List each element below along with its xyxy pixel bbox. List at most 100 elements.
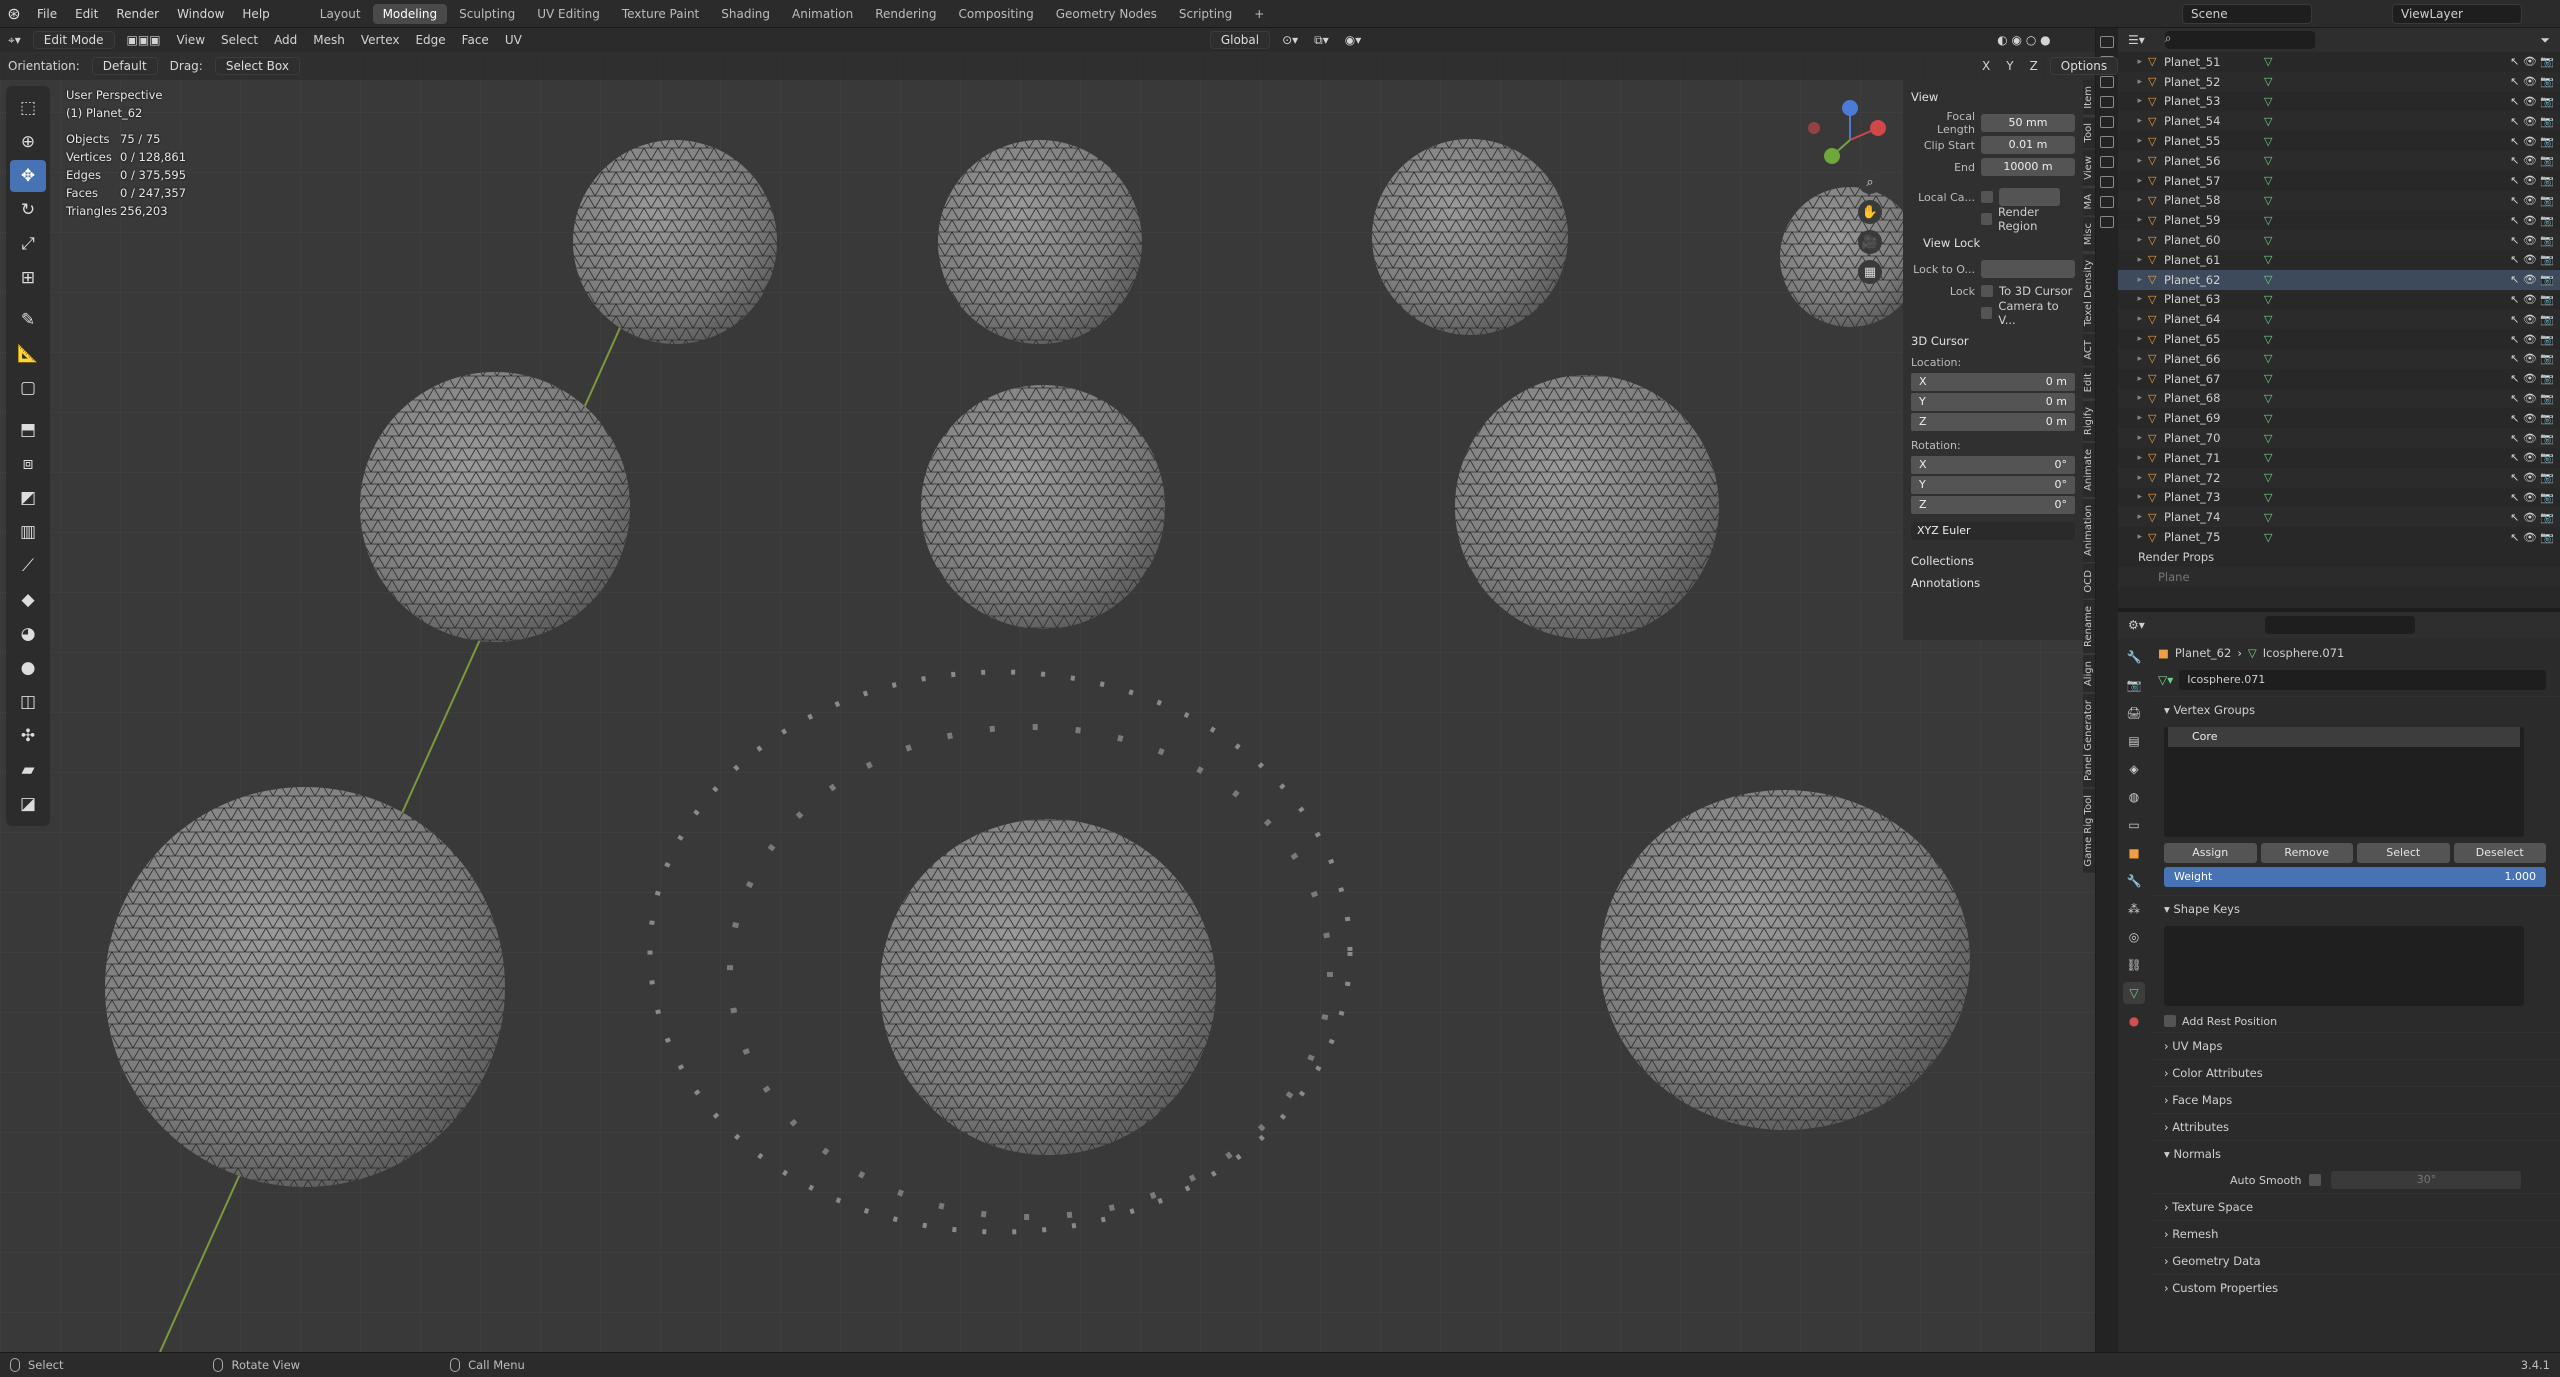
render-region-checkbox[interactable] (1981, 213, 1992, 225)
planet-9[interactable] (880, 819, 1216, 1155)
expand-icon[interactable]: ▸ (2118, 195, 2148, 205)
visibility-icons[interactable]: ↖ 👁 📷 (2510, 412, 2554, 425)
camera-view-icon[interactable]: 🎥 (1858, 230, 1882, 254)
expand-icon[interactable]: ▸ (2118, 57, 2148, 67)
header-menu-uv[interactable]: UV (497, 33, 530, 47)
vertex-groups-panel[interactable]: ▾ Vertex Groups (2150, 696, 2560, 723)
output-tab-icon[interactable]: 🖨 (2123, 702, 2145, 724)
workspace-tab-shading[interactable]: Shading (711, 4, 780, 24)
sidebar-tab-tool[interactable]: Tool (2083, 116, 2095, 149)
visibility-icons[interactable]: ↖ 👁 📷 (2510, 491, 2554, 504)
expand-icon[interactable]: ▸ (2118, 334, 2148, 344)
expand-icon[interactable]: ▸ (2118, 473, 2148, 483)
deselect-button[interactable]: Deselect (2453, 843, 2546, 863)
expand-icon[interactable]: ▸ (2118, 492, 2148, 502)
workspace-tab-add[interactable]: + (1244, 4, 1274, 24)
checkbox-icon[interactable] (2100, 176, 2114, 188)
workspace-tab-modeling[interactable]: Modeling (372, 3, 448, 24)
editor-type-icon[interactable]: ⌖▾ (0, 33, 29, 48)
menu-file[interactable]: File (28, 7, 66, 21)
outliner-item[interactable]: ▸ ▽ Planet_62 ▽ ↖ 👁 📷 (2118, 269, 2560, 290)
editor-type-icon[interactable]: ⚙▾ (2128, 618, 2145, 632)
planet-4[interactable] (1780, 187, 1920, 327)
view-panel-title[interactable]: View (1911, 90, 2075, 104)
sidebar-tab-misc[interactable]: Misc (2083, 217, 2095, 252)
visibility-icons[interactable]: ↖ 👁 📷 (2510, 352, 2554, 365)
world-tab-icon[interactable]: ◍ (2123, 786, 2145, 808)
transform-orientation-dropdown[interactable]: Global (1209, 31, 1271, 49)
visibility-icons[interactable]: ↖ 👁 📷 (2510, 333, 2554, 346)
tool-tab-icon[interactable]: 🔧 (2123, 646, 2145, 668)
object-tab-icon[interactable]: ■ (2123, 842, 2145, 864)
navigation-gizmo[interactable] (1800, 90, 1900, 190)
mesh-data-tab-icon[interactable]: ▽ (2123, 982, 2145, 1004)
outliner-item[interactable]: ▸ ▽ Planet_63 ▽ ↖ 👁 📷 (2118, 290, 2560, 310)
workspace-tab-texture-paint[interactable]: Texture Paint (612, 4, 709, 24)
cursor-rot-y-field[interactable]: Y 0° (1911, 476, 2075, 494)
panel-face-maps[interactable]: › Face Maps (2150, 1086, 2560, 1113)
visibility-icons[interactable]: ↖ 👁 📷 (2510, 471, 2554, 484)
add-cube-icon[interactable]: ▢ (10, 372, 46, 404)
extrude-icon[interactable]: ⬒ (10, 414, 46, 446)
expand-icon[interactable]: ▸ (2118, 512, 2148, 522)
visibility-icons[interactable]: ↖ 👁 📷 (2510, 273, 2554, 286)
outliner-item[interactable]: ▸ ▽ Planet_64 ▽ ↖ 👁 📷 (2118, 309, 2560, 330)
physics-tab-icon[interactable]: ◎ (2123, 926, 2145, 948)
checkbox-icon[interactable] (2100, 96, 2114, 108)
outliner-item[interactable]: ▸ ▽ Planet_72 ▽ ↖ 👁 📷 (2118, 467, 2560, 488)
panel-color-attributes[interactable]: › Color Attributes (2150, 1059, 2560, 1086)
expand-icon[interactable]: ▸ (2118, 294, 2148, 304)
rip-icon[interactable]: ◪ (10, 788, 46, 820)
planet-6[interactable] (921, 385, 1165, 629)
mode-dropdown[interactable]: Edit Mode (32, 31, 115, 49)
planet-7[interactable] (1455, 375, 1719, 639)
visibility-icons[interactable]: ↖ 👁 📷 (2510, 511, 2554, 524)
drag-dropdown[interactable]: Select Box (214, 57, 300, 75)
panel-geometry-data[interactable]: › Geometry Data (2150, 1247, 2560, 1274)
expand-icon[interactable]: ▸ (2118, 532, 2148, 542)
cursor-rot-x-field[interactable]: X 0° (1911, 456, 2075, 474)
visibility-icons[interactable]: ↖ 👁 📷 (2510, 372, 2554, 385)
menu-render[interactable]: Render (107, 7, 168, 21)
outliner-item-plane[interactable]: Plane (2118, 566, 2560, 587)
lock-cursor-checkbox[interactable] (1981, 285, 1993, 297)
outliner-item[interactable]: ▸ ▽ Planet_56 ▽ ↖ 👁 📷 (2118, 150, 2560, 171)
sidebar-tab-view[interactable]: View (2083, 150, 2095, 186)
checkbox-icon[interactable] (2100, 136, 2114, 148)
sidebar-tab-act[interactable]: ACT (2083, 333, 2095, 366)
expand-icon[interactable]: ▸ (2118, 255, 2148, 265)
visibility-icons[interactable]: ↖ 👁 📷 (2510, 194, 2554, 207)
material-tab-icon[interactable]: ● (2123, 1010, 2145, 1032)
cursor-icon[interactable]: ⊕ (10, 126, 46, 158)
smooth-icon[interactable]: ● (10, 652, 46, 684)
sidebar-tab-align[interactable]: Align (2083, 655, 2095, 693)
expand-icon[interactable]: ▸ (2118, 77, 2148, 87)
expand-icon[interactable]: ▸ (2118, 176, 2148, 186)
panel-texture-space[interactable]: › Texture Space (2150, 1193, 2560, 1220)
menu-edit[interactable]: Edit (66, 7, 107, 21)
expand-icon[interactable]: ▸ (2118, 433, 2148, 443)
header-menu-edge[interactable]: Edge (407, 33, 453, 47)
expand-icon[interactable]: ▸ (2118, 413, 2148, 423)
shape-keys-panel[interactable]: ▾ Shape Keys (2150, 895, 2560, 922)
planet-1[interactable] (573, 140, 777, 344)
transform-icon[interactable]: ⊞ (10, 262, 46, 294)
collections-panel[interactable]: Collections (1911, 554, 2075, 568)
rotation-mode-dropdown[interactable]: XYZ Euler (1911, 522, 2075, 540)
auto-smooth-angle-field[interactable]: 30° (2331, 1171, 2522, 1189)
sidebar-tab-panel-generator[interactable]: Panel Generator (2083, 694, 2095, 788)
collection-tab-icon[interactable]: ▭ (2123, 814, 2145, 836)
cursor-loc-y-field[interactable]: Y 0 m (1911, 393, 2075, 411)
auto-smooth-checkbox[interactable] (2309, 1174, 2322, 1186)
spin-icon[interactable]: ◕ (10, 618, 46, 650)
sidebar-tab-edit[interactable]: Edit (2083, 367, 2095, 399)
checkbox-icon[interactable] (2100, 156, 2114, 168)
options-dropdown[interactable]: Options (2049, 57, 2119, 75)
outliner-item[interactable]: ▸ ▽ Planet_73 ▽ ↖ 👁 📷 (2118, 488, 2560, 508)
menu-window[interactable]: Window (168, 7, 233, 21)
display-mode-icon[interactable]: ☰▾ (2128, 33, 2145, 47)
poly-build-icon[interactable]: ◆ (10, 584, 46, 616)
visibility-icons[interactable]: ↖ 👁 📷 (2510, 451, 2554, 464)
checkbox-icon[interactable] (2100, 216, 2114, 228)
edge-slide-icon[interactable]: ◫ (10, 686, 46, 718)
